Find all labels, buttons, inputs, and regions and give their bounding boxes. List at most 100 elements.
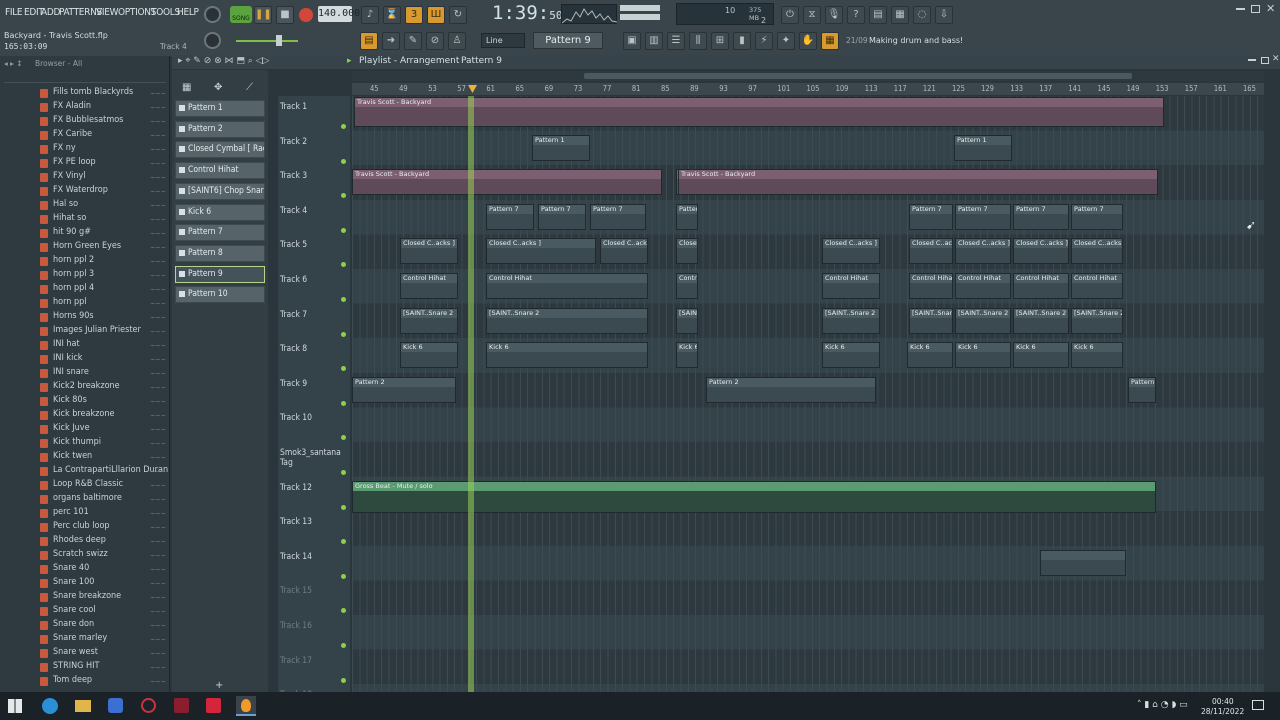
track-mute-led[interactable] [341, 539, 346, 545]
pattern-item[interactable]: Pattern 8 [175, 244, 265, 262]
pattern-clip[interactable]: Closed C..acks ] [600, 238, 648, 265]
pattern-item[interactable]: [SAINT6] Chop Snare 2 [175, 182, 265, 200]
pattern-clip[interactable]: Pattern 7 [1013, 203, 1069, 230]
pattern-clip[interactable]: Pattern 2 [706, 376, 876, 403]
menu-help[interactable]: HELP [177, 7, 199, 18]
step-sequencer-icon[interactable]: ☰ [667, 32, 685, 50]
browser-item[interactable]: Perc club loop ~~~ [40, 521, 168, 535]
browser-nav-icon[interactable]: ◂ ▸ ↕ [4, 59, 23, 68]
pattern-clip[interactable]: Control Hihat [486, 273, 648, 299]
pattern-item[interactable]: Closed Cymbal [ Racks ] [175, 141, 265, 159]
track-name[interactable]: Smok3_santana Tag [280, 448, 350, 468]
picker-brush-icon[interactable]: ⟋ [246, 82, 253, 93]
track-name[interactable]: Track 4 [280, 206, 307, 216]
pattern-clip[interactable]: Closed C..acks ] [486, 238, 596, 265]
track-name[interactable]: Track 3 [280, 171, 307, 181]
edge-icon[interactable] [42, 698, 58, 714]
add-pattern-icon[interactable]: + [215, 680, 223, 691]
pattern-clip[interactable]: Kick 6 [400, 342, 458, 369]
browser-item[interactable]: Kick 80s ~~~ [40, 395, 168, 409]
link-icon[interactable]: ⊘ [426, 32, 444, 50]
pattern-clip[interactable]: Pattern 7 [676, 203, 698, 230]
track-mute-led[interactable] [341, 124, 346, 129]
fl-studio-taskbar-icon[interactable] [236, 696, 256, 716]
track-name[interactable]: Track 17 [280, 656, 312, 666]
browser-item[interactable]: INI kick ~~~ [40, 353, 168, 367]
pattern-clip[interactable]: [SAINT..Snare 2 [822, 307, 880, 334]
pattern-clip[interactable]: Pattern 7 [486, 203, 534, 230]
pattern-clip[interactable]: Closed C..acks ] [1013, 238, 1069, 265]
download-icon[interactable]: ⇩ [935, 6, 953, 24]
step-edit-icon[interactable]: Ш [427, 6, 445, 24]
menu-tools[interactable]: TOOLS [151, 7, 180, 18]
pattern-clip[interactable] [1040, 549, 1126, 576]
track-name[interactable]: Track 10 [280, 413, 312, 423]
browser-item[interactable]: Snare breakzone ~~~ [40, 591, 168, 605]
pattern-clip[interactable]: Closed C..acks ] [822, 238, 880, 265]
browser-item[interactable]: STRING HIT ~~~ [40, 661, 168, 675]
track-mute-led[interactable] [341, 400, 346, 406]
browser-view-icon[interactable]: ⊞ [711, 32, 729, 50]
browser-item[interactable]: Rhodes deep ~~~ [40, 535, 168, 549]
file-icon[interactable]: ▮ [733, 32, 751, 50]
pattern-clip[interactable]: Closed C..acks ] [955, 238, 1011, 265]
track-name[interactable]: Track 16 [280, 621, 312, 631]
browser-item[interactable]: Snare cool ~~~ [40, 605, 168, 619]
browser-item[interactable]: Horns 90s ~~~ [40, 311, 168, 325]
slider-handle[interactable] [276, 35, 282, 46]
playlist-scrollbar[interactable] [352, 71, 1264, 81]
playlist-close-icon[interactable]: ✕ [1272, 54, 1280, 64]
track-mute-led[interactable] [341, 227, 346, 233]
browser-item[interactable]: horn ppl 4 ~~~ [40, 283, 168, 297]
pattern-clip[interactable]: Kick 6 [676, 342, 698, 369]
track-name[interactable]: Track 8 [280, 344, 307, 354]
browser-item[interactable]: horn ppl 2 ~~~ [40, 255, 168, 269]
pattern-clip[interactable]: Pattern 2 [1128, 376, 1156, 403]
pattern-clip[interactable]: Pattern 7 [909, 203, 953, 230]
snap-select[interactable]: Line [481, 33, 525, 48]
track-name[interactable]: Track 7 [280, 310, 307, 320]
pencil-icon[interactable]: ✎ [404, 32, 422, 50]
metronome-icon[interactable]: ♪ [361, 6, 379, 24]
browser-item[interactable]: Scratch swizz ~~~ [40, 549, 168, 563]
master-volume-slider[interactable] [236, 40, 298, 42]
track-mute-led[interactable] [341, 158, 346, 164]
opera-icon[interactable] [141, 698, 156, 713]
arrangement-grid[interactable]: Travis Scott - Backyard Travis Scott - Ba… [352, 96, 1264, 692]
browser-item[interactable]: FX Aladin ~~~ [40, 101, 168, 115]
pattern-item[interactable]: Kick 6 [175, 203, 265, 221]
browser-item[interactable]: Snare don ~~~ [40, 619, 168, 633]
audio-clip[interactable]: Travis Scott - Backyard [352, 169, 662, 196]
track-mute-led[interactable] [341, 643, 346, 648]
track-name[interactable]: Track 5 [280, 240, 307, 250]
track-mute-led[interactable] [341, 504, 346, 510]
close-icon[interactable]: ✕ [1266, 2, 1275, 15]
clock-date[interactable]: 28/11/2022 [1201, 707, 1244, 716]
countdown-icon[interactable]: 3 [405, 6, 423, 24]
browser-item[interactable]: hit 90 g# ~~~ [40, 227, 168, 241]
pattern-item[interactable]: Control Hihat [175, 162, 265, 180]
windows-start-icon[interactable] [8, 699, 22, 713]
audio-clip[interactable]: Travis Scott - Backyard [678, 169, 1158, 196]
pattern-clip[interactable]: Kick 6 [907, 342, 953, 369]
browser-item[interactable]: Snare west ~~~ [40, 647, 168, 661]
browser-item[interactable]: FX Vinyl ~~~ [40, 171, 168, 185]
track-mute-led[interactable] [341, 677, 346, 683]
microphone-icon[interactable]: 🎙 [825, 6, 843, 24]
loop-record-icon[interactable]: ↻ [449, 6, 467, 24]
pattern-clip[interactable]: Closed C..acks ] [400, 238, 458, 265]
track-mute-led[interactable] [341, 331, 346, 337]
browser-item[interactable]: Images Julian Priester ~~~ [40, 325, 168, 339]
track-mute-led[interactable] [341, 366, 346, 372]
browser-tabs[interactable] [4, 73, 166, 83]
track-mute-led[interactable] [341, 470, 346, 475]
track-name[interactable]: Track 15 [280, 586, 312, 596]
browser-item[interactable]: perc 101 ~~~ [40, 507, 168, 521]
browser-item[interactable]: FX Bubblesatmos ~~~ [40, 115, 168, 129]
piano-roll-icon[interactable]: ▣ [623, 32, 641, 50]
pattern-clip[interactable]: Kick 6 [486, 342, 648, 369]
pattern-clip[interactable]: [SAINT..Snare 2 [909, 307, 953, 334]
pattern-clip[interactable]: Pattern 2 [352, 376, 456, 403]
pattern-item[interactable]: Pattern 7 [175, 224, 265, 242]
browser-item[interactable]: Kick breakzone ~~~ [40, 409, 168, 423]
